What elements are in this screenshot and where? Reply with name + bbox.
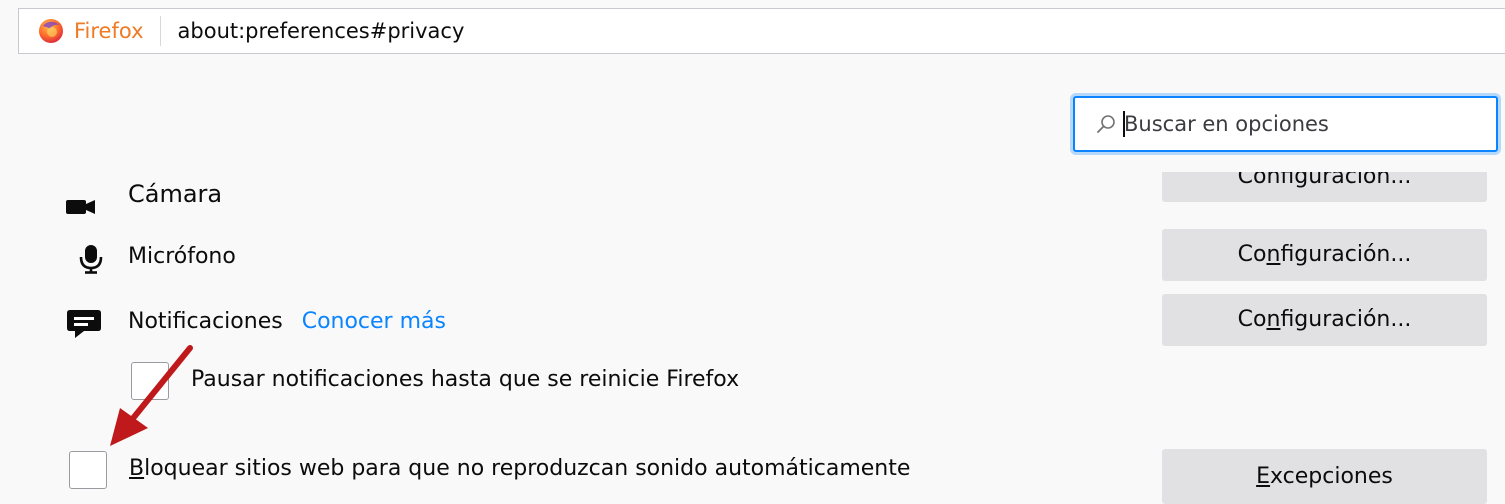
microphone-icon: [79, 245, 103, 274]
camera-icon: [66, 200, 95, 214]
search-icon: [1097, 115, 1115, 133]
microphone-settings-button[interactable]: Configuración...: [1162, 229, 1487, 281]
preferences-page: Firefox about:preferences#privacy Cámara…: [0, 0, 1505, 504]
search-input[interactable]: [1123, 112, 1464, 136]
browser-name: Firefox: [74, 19, 144, 43]
camera-settings-button[interactable]: Configuración...: [1162, 172, 1487, 202]
block-autoplay-checkbox[interactable]: [69, 451, 107, 489]
button-label-start: Co: [1237, 307, 1267, 332]
button-label-end: figuración...: [1280, 242, 1412, 267]
firefox-logo-icon: [39, 19, 63, 43]
annotation-arrow-icon: [110, 345, 193, 446]
url-bar[interactable]: Firefox about:preferences#privacy: [18, 8, 1505, 54]
label-rest: loquear sitios web para que no reproduzc…: [144, 456, 911, 481]
search-field[interactable]: [1073, 96, 1498, 152]
button-label-end: figuración...: [1280, 307, 1412, 332]
url-separator: [159, 16, 161, 46]
notifications-settings-button[interactable]: Configuración...: [1162, 294, 1487, 346]
button-access-key: n: [1266, 307, 1281, 332]
camera-row: Cámara Configuración...: [0, 172, 1505, 214]
camera-label: Cámara: [128, 180, 223, 208]
button-access-key: n: [1266, 242, 1281, 267]
notifications-label: Notificaciones: [128, 309, 283, 334]
button-label-start: Co: [1237, 242, 1267, 267]
button-access-key: E: [1256, 464, 1271, 489]
microphone-label: Micrófono: [128, 244, 236, 269]
button-label-rest: xcepciones: [1270, 464, 1393, 489]
pause-notifications-label: Pausar notificaciones hasta que se reini…: [191, 367, 740, 392]
learn-more-link[interactable]: Conocer más: [302, 309, 446, 334]
notifications-icon: [67, 310, 101, 338]
url-text[interactable]: about:preferences#privacy: [178, 19, 465, 43]
autoplay-exceptions-button[interactable]: Excepciones: [1162, 449, 1487, 504]
block-autoplay-label: Bloquear sitios web para que no reproduz…: [129, 456, 910, 481]
notifications-label-row: Notificaciones Conocer más: [128, 309, 446, 334]
label-access-key: B: [129, 456, 145, 481]
